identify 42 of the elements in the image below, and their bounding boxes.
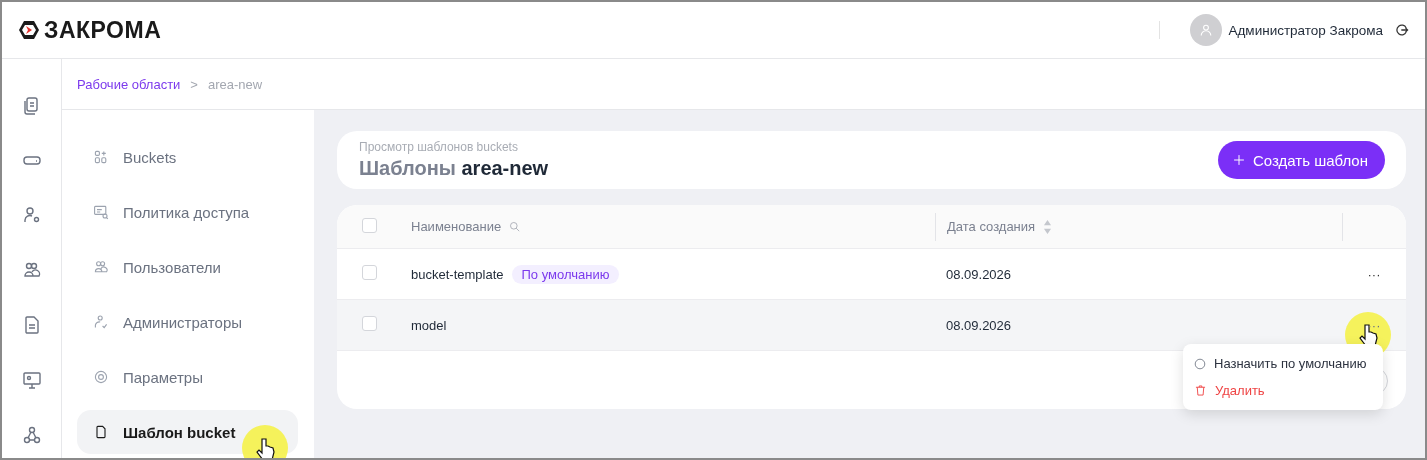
page-title: Шаблоны area-new — [359, 157, 550, 180]
column-header[interactable]: Дата создания — [947, 219, 1036, 234]
plus-icon — [1232, 153, 1246, 167]
circle-icon — [1194, 357, 1206, 370]
user-name[interactable]: Администратор Закрома — [1228, 22, 1383, 38]
more-button[interactable]: ··· — [1363, 266, 1385, 282]
table-cell: bucket-template — [411, 266, 504, 282]
default-tag: По умолчанию — [511, 264, 620, 284]
checkbox[interactable] — [362, 217, 377, 233]
users-icon[interactable] — [21, 260, 42, 280]
menu-item[interactable]: Пользователи — [77, 245, 298, 289]
user-settings-icon[interactable] — [21, 205, 42, 225]
file-icon — [93, 424, 109, 440]
breadcrumb-separator: > — [190, 76, 198, 92]
checkbox[interactable] — [362, 316, 377, 331]
logout-icon[interactable] — [1395, 23, 1409, 37]
create-button[interactable]: Создать шаблон — [1218, 141, 1385, 179]
menu-item[interactable]: Buckets — [77, 135, 298, 179]
user-check-icon — [93, 314, 109, 330]
breadcrumb-current: area-new — [207, 76, 263, 92]
column-header[interactable]: Наименование — [411, 219, 502, 234]
table-cell: 08.09.2026 — [946, 317, 1012, 333]
grid-icon — [93, 149, 109, 165]
monitor-search-icon — [93, 204, 109, 220]
menu-item[interactable]: Политика доступа — [77, 190, 298, 234]
logo-icon — [18, 19, 40, 41]
menu-item[interactable]: Администраторы — [77, 300, 298, 344]
checkbox[interactable] — [362, 265, 377, 280]
page-subtitle: Просмотр шаблонов buckets — [359, 140, 519, 154]
menu-item[interactable]: Удалить — [1183, 377, 1383, 404]
users-icon — [93, 259, 109, 275]
logo-text: ЗАКРОМА — [44, 16, 162, 44]
network-icon[interactable] — [21, 425, 42, 445]
table-cell: 08.09.2026 — [946, 266, 1012, 282]
table-cell: model — [411, 317, 447, 333]
breadcrumb-link[interactable]: Рабочие области — [77, 76, 181, 92]
monitor-icon[interactable] — [21, 370, 42, 390]
menu-item[interactable]: Назначить по умолчанию — [1183, 350, 1383, 377]
menu-item[interactable]: Параметры — [77, 355, 298, 399]
search-icon[interactable] — [509, 220, 522, 233]
table-row[interactable]: model 08.09.2026 ··· — [337, 300, 1406, 351]
trash-icon — [1194, 384, 1207, 397]
